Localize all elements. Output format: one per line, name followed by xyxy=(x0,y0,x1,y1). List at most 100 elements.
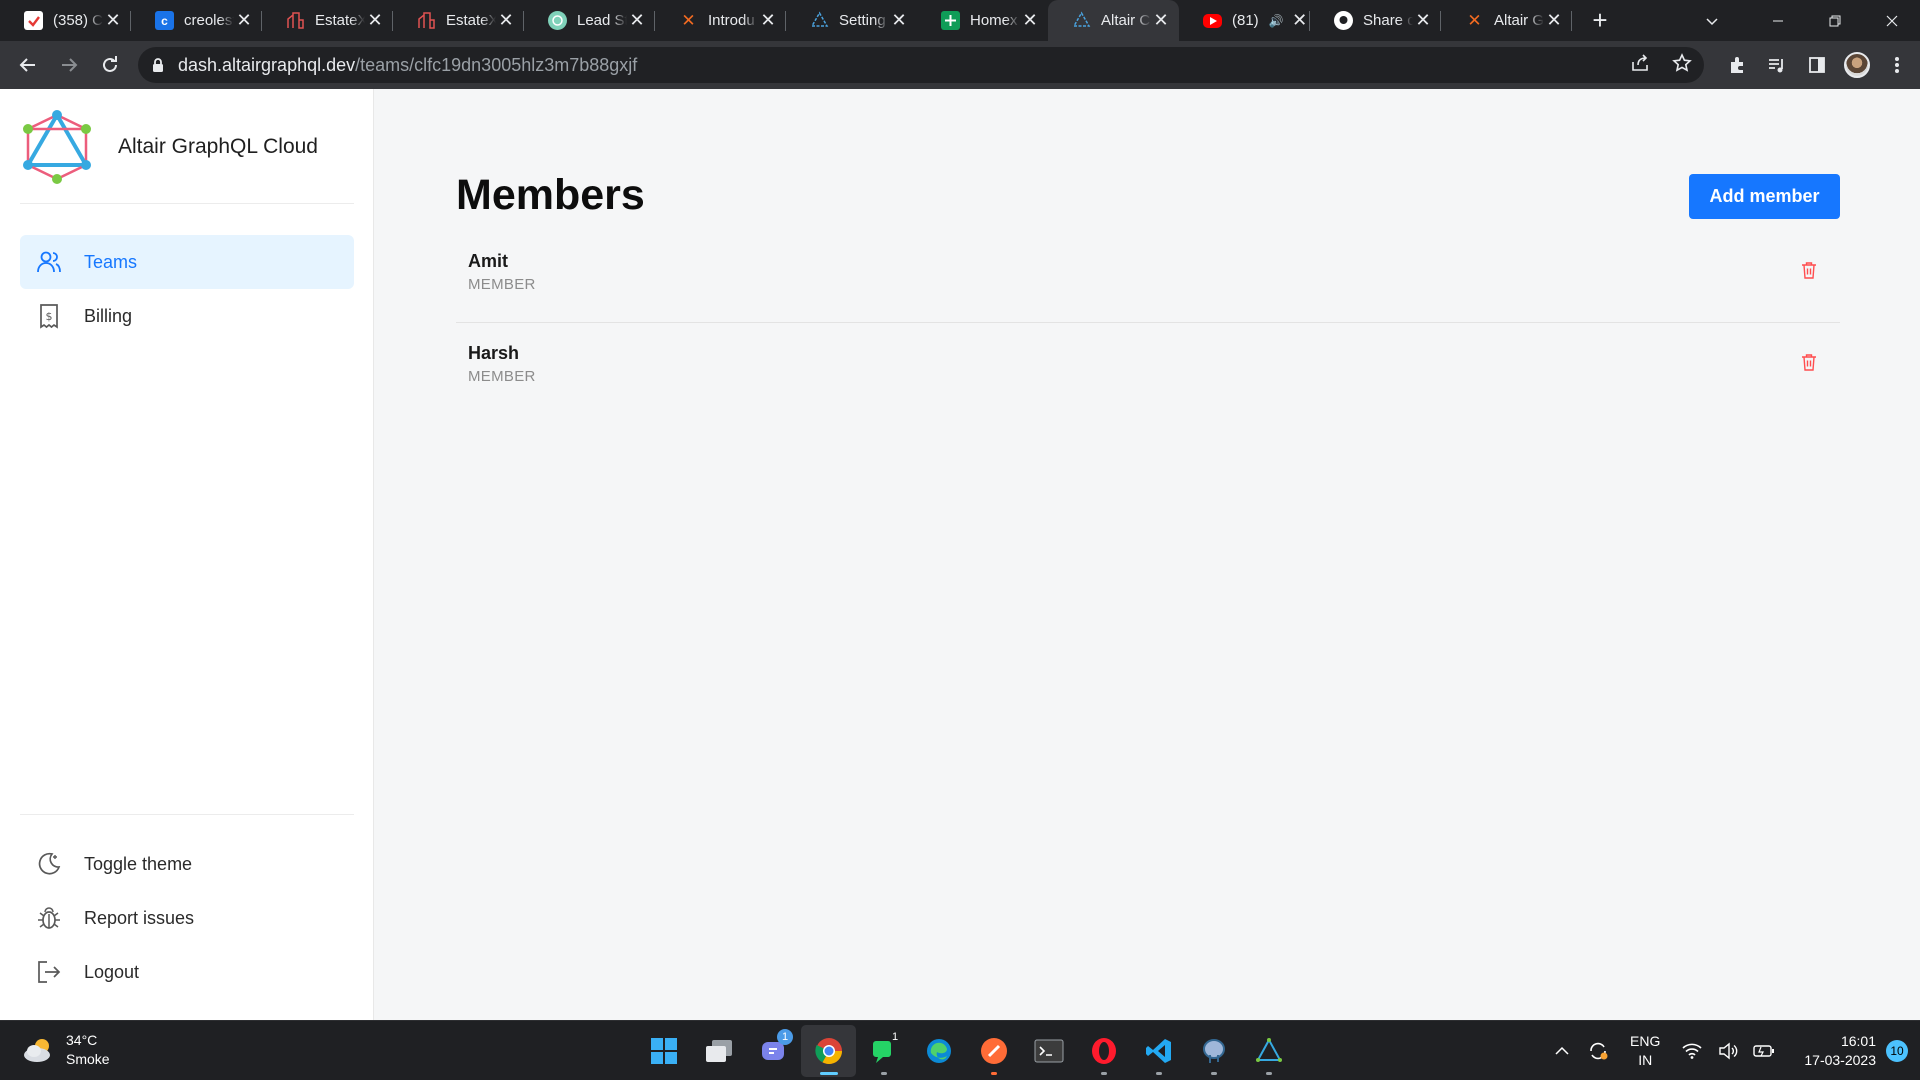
vscode-app[interactable] xyxy=(1131,1025,1186,1077)
postman-app[interactable] xyxy=(966,1025,1021,1077)
tab-title: (81) xyxy=(1232,12,1259,29)
close-tab-icon[interactable]: ✕ xyxy=(1290,10,1310,31)
extensions-icon[interactable] xyxy=(1724,52,1750,78)
divider xyxy=(20,814,354,815)
running-indicator xyxy=(880,1072,887,1075)
tab-strip: (358) Cl ✕ c creolest ✕ EstateX ✕ Estate… xyxy=(0,0,1920,41)
browser-tab[interactable]: Homex ✕ xyxy=(917,0,1048,41)
receipt-icon: $ xyxy=(36,303,62,329)
close-tab-icon[interactable]: ✕ xyxy=(889,10,909,31)
close-tab-icon[interactable]: ✕ xyxy=(1151,10,1171,31)
star-icon[interactable] xyxy=(1672,52,1692,78)
wifi-icon[interactable] xyxy=(1677,1036,1707,1066)
close-tab-icon[interactable]: ✕ xyxy=(234,10,254,31)
close-tab-icon[interactable]: ✕ xyxy=(496,10,516,31)
sidebar-item-billing[interactable]: $ Billing xyxy=(20,289,354,343)
taskbar-apps: 1 1 xyxy=(636,1025,1296,1077)
brand-name: Altair GraphQL Cloud xyxy=(118,135,318,158)
tab-search-button[interactable] xyxy=(1692,0,1732,41)
reload-button[interactable] xyxy=(90,45,130,85)
tab-title: Lead St xyxy=(577,12,627,29)
clock-time: 16:01 xyxy=(1840,1033,1876,1049)
member-name: Amit xyxy=(468,251,508,271)
logout-button[interactable]: Logout xyxy=(20,945,354,999)
chrome-icon xyxy=(814,1038,842,1065)
close-tab-icon[interactable]: ✕ xyxy=(1020,10,1040,31)
battery-icon[interactable] xyxy=(1749,1036,1779,1066)
notification-center-badge[interactable]: 10 xyxy=(1886,1040,1908,1062)
task-view-button[interactable] xyxy=(691,1025,746,1077)
sync-icon[interactable] xyxy=(1583,1036,1613,1066)
kebab-menu-icon[interactable] xyxy=(1884,52,1910,78)
toggle-theme-button[interactable]: Toggle theme xyxy=(20,837,354,891)
close-tab-icon[interactable]: ✕ xyxy=(627,10,647,31)
speaker-icon[interactable]: 🔊 xyxy=(1269,14,1284,28)
bug-icon xyxy=(36,905,62,931)
browser-tab[interactable]: EstateX ✕ xyxy=(393,0,524,41)
terminal-app[interactable] xyxy=(1021,1025,1076,1077)
address-bar[interactable]: dash.altairgraphql.dev/teams/clfc19dn300… xyxy=(138,47,1704,83)
side-panel-icon[interactable] xyxy=(1804,52,1830,78)
new-tab-button[interactable]: + xyxy=(1580,0,1620,41)
tab-title: EstateX xyxy=(446,12,496,29)
taskbar: 34°C Smoke 1 1 ENG IN 16:01 17-03-2023 1… xyxy=(0,1020,1920,1080)
main-content: Members Add member Amit MEMBER Harsh MEM… xyxy=(374,89,1920,1020)
teams-chat-app[interactable]: 1 xyxy=(746,1025,801,1077)
share-icon[interactable] xyxy=(1630,53,1650,78)
whatsapp-app[interactable]: 1 xyxy=(856,1025,911,1077)
windows-icon xyxy=(650,1038,677,1064)
x-logo-icon: ✕ xyxy=(681,10,696,30)
sidebar-item-label: Logout xyxy=(84,961,140,982)
sidebar-item-teams[interactable]: Teams xyxy=(20,235,354,289)
tab-title: EstateX xyxy=(315,12,365,29)
browser-tab[interactable]: Setting ✕ xyxy=(786,0,917,41)
restore-button[interactable] xyxy=(1806,0,1863,41)
task-view-icon xyxy=(705,1040,732,1062)
browser-tab[interactable]: Lead St ✕ xyxy=(524,0,655,41)
browser-tab[interactable]: (81) 🔊 ✕ xyxy=(1179,0,1310,41)
postgres-app[interactable] xyxy=(1186,1025,1241,1077)
opera-app[interactable] xyxy=(1076,1025,1131,1077)
report-issues-button[interactable]: Report issues xyxy=(20,891,354,945)
close-tab-icon[interactable]: ✕ xyxy=(103,10,123,31)
chrome-app[interactable] xyxy=(801,1025,856,1077)
edge-app[interactable] xyxy=(911,1025,966,1077)
running-indicator xyxy=(1265,1072,1272,1075)
profile-avatar[interactable] xyxy=(1844,52,1870,78)
volume-icon[interactable] xyxy=(1713,1036,1743,1066)
forward-button[interactable] xyxy=(49,45,89,85)
close-tab-icon[interactable]: ✕ xyxy=(758,10,778,31)
active-indicator xyxy=(819,1072,838,1075)
chevron-up-icon[interactable] xyxy=(1547,1036,1577,1066)
lock-icon[interactable] xyxy=(152,58,164,72)
browser-tab[interactable]: c creolest ✕ xyxy=(131,0,262,41)
add-member-button[interactable]: Add member xyxy=(1689,174,1840,219)
delete-member-button[interactable] xyxy=(1798,259,1820,281)
altair-app[interactable] xyxy=(1241,1025,1296,1077)
close-window-button[interactable] xyxy=(1863,0,1920,41)
page-title: Members xyxy=(456,171,645,219)
minimize-button[interactable] xyxy=(1749,0,1806,41)
weather-widget[interactable]: 34°C Smoke xyxy=(22,1031,110,1069)
browser-tab[interactable]: ✕ Introdu ✕ xyxy=(655,0,786,41)
browser-tab[interactable]: EstateX ✕ xyxy=(262,0,393,41)
browser-tab[interactable]: (358) Cl ✕ xyxy=(0,0,131,41)
brand[interactable]: Altair GraphQL Cloud xyxy=(20,109,318,185)
clock[interactable]: 16:01 17-03-2023 xyxy=(1804,1032,1876,1070)
close-tab-icon[interactable]: ✕ xyxy=(365,10,385,31)
browser-tab[interactable]: ✕ Altair G ✕ xyxy=(1441,0,1572,41)
close-tab-icon[interactable]: ✕ xyxy=(1544,10,1564,31)
close-tab-icon[interactable]: ✕ xyxy=(1413,10,1433,31)
browser-tab-active[interactable]: Altair Cl ✕ xyxy=(1048,0,1179,41)
delete-member-button[interactable] xyxy=(1798,351,1820,373)
divider xyxy=(20,203,354,204)
back-button[interactable] xyxy=(8,45,48,85)
language-indicator[interactable]: ENG IN xyxy=(1630,1032,1660,1070)
cloud-sun-icon xyxy=(22,1036,56,1064)
running-indicator xyxy=(1100,1072,1107,1075)
browser-tab[interactable]: Share c ✕ xyxy=(1310,0,1441,41)
start-button[interactable] xyxy=(636,1025,691,1077)
window-controls xyxy=(1749,0,1920,41)
media-control-icon[interactable] xyxy=(1764,52,1790,78)
language-code: ENG xyxy=(1630,1033,1661,1049)
